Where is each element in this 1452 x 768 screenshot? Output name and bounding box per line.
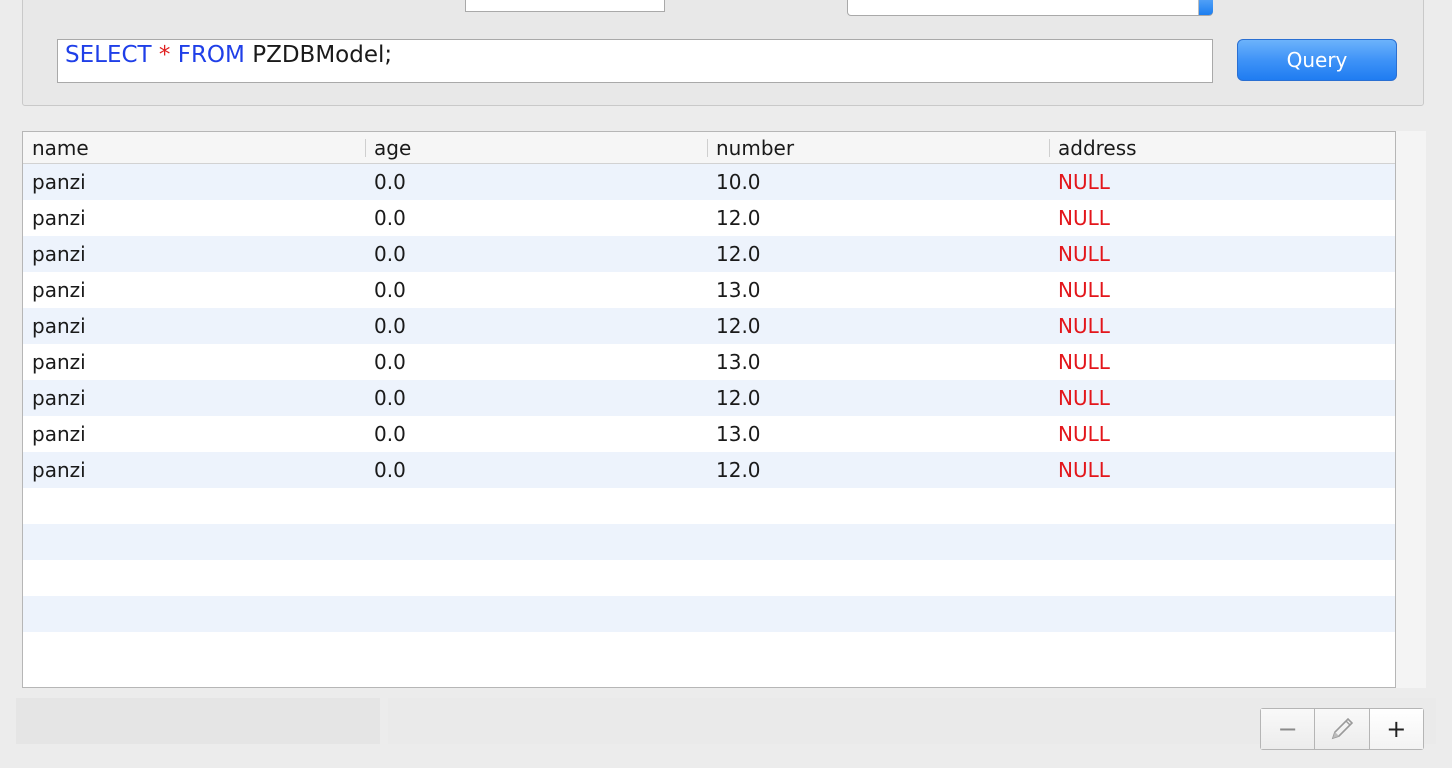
cell-address: NULL	[1058, 206, 1110, 230]
table-row[interactable]: panzi 0.0 13.0 NULL	[23, 272, 1395, 308]
cell-age: 0.0	[374, 458, 406, 482]
edit-row-button[interactable]	[1315, 709, 1370, 749]
cell-address: NULL	[1058, 278, 1110, 302]
column-header-name[interactable]: name	[23, 132, 89, 164]
table-row[interactable]: panzi 0.0 12.0 NULL	[23, 452, 1395, 488]
cell-number: 12.0	[716, 386, 761, 410]
cell-age: 0.0	[374, 206, 406, 230]
remove-row-button[interactable]: −	[1261, 709, 1316, 749]
cell-address: NULL	[1058, 386, 1110, 410]
sql-query-input[interactable]: SELECT * FROM PZDBModel;	[57, 39, 1213, 83]
cell-address: NULL	[1058, 242, 1110, 266]
cell-name: panzi	[32, 242, 86, 266]
results-table: name age number address panzi 0.0 10.0 NULL…	[22, 131, 1396, 688]
table-row[interactable]: panzi 0.0 12.0 NULL	[23, 236, 1395, 272]
cell-name: panzi	[32, 458, 86, 482]
cell-number: 12.0	[716, 206, 761, 230]
cell-address: NULL	[1058, 458, 1110, 482]
cell-age: 0.0	[374, 170, 406, 194]
pencil-icon	[1331, 717, 1354, 740]
cell-number: 12.0	[716, 314, 761, 338]
cell-name: panzi	[32, 350, 86, 374]
table-row[interactable]: panzi 0.0 12.0 NULL	[23, 308, 1395, 344]
column-header-number[interactable]: number	[707, 132, 794, 164]
cell-number: 10.0	[716, 170, 761, 194]
column-header-age[interactable]: age	[365, 132, 411, 164]
empty-row	[23, 596, 1395, 632]
bottom-left-panel	[16, 698, 380, 744]
table-row[interactable]: panzi 0.0 12.0 NULL	[23, 380, 1395, 416]
cell-name: panzi	[32, 386, 86, 410]
cell-number: 12.0	[716, 242, 761, 266]
query-button[interactable]: Query	[1237, 39, 1397, 81]
table-body: panzi 0.0 10.0 NULL panzi 0.0 12.0 NULL panzi 0.0…	[23, 164, 1395, 668]
cell-age: 0.0	[374, 278, 406, 302]
column-header-address[interactable]: address	[1049, 132, 1137, 164]
cell-age: 0.0	[374, 386, 406, 410]
empty-row	[23, 632, 1395, 668]
table-row[interactable]: panzi 0.0 13.0 NULL	[23, 344, 1395, 380]
sql-token: PZDBModel;	[244, 42, 393, 68]
table-header: name age number address	[23, 132, 1395, 164]
cell-name: panzi	[32, 278, 86, 302]
add-row-button[interactable]: +	[1369, 709, 1423, 749]
cell-address: NULL	[1058, 422, 1110, 446]
cell-name: panzi	[32, 422, 86, 446]
top-select[interactable]	[847, 0, 1213, 16]
cell-name: panzi	[32, 170, 86, 194]
query-panel: SELECT * FROM PZDBModel; Query	[22, 0, 1424, 106]
cell-age: 0.0	[374, 422, 406, 446]
cell-age: 0.0	[374, 350, 406, 374]
empty-row	[23, 524, 1395, 560]
sql-token: *	[158, 42, 171, 68]
scroll-gutter	[1396, 131, 1426, 688]
table-row[interactable]: panzi 0.0 12.0 NULL	[23, 200, 1395, 236]
cell-age: 0.0	[374, 314, 406, 338]
cell-age: 0.0	[374, 242, 406, 266]
cell-name: panzi	[32, 206, 86, 230]
cell-address: NULL	[1058, 350, 1110, 374]
cell-address: NULL	[1058, 170, 1110, 194]
empty-row	[23, 560, 1395, 596]
top-text-field[interactable]	[465, 0, 665, 12]
app-window: SELECT * FROM PZDBModel; Query name age …	[0, 0, 1452, 768]
cell-name: panzi	[32, 314, 86, 338]
table-row[interactable]: panzi 0.0 13.0 NULL	[23, 416, 1395, 452]
table-row[interactable]: panzi 0.0 10.0 NULL	[23, 164, 1395, 200]
sql-token: SELECT	[65, 42, 152, 68]
cell-number: 13.0	[716, 350, 761, 374]
empty-row	[23, 488, 1395, 524]
sql-token: FROM	[177, 42, 245, 68]
row-toolbar: − +	[1260, 708, 1424, 750]
cell-number: 13.0	[716, 278, 761, 302]
cell-number: 12.0	[716, 458, 761, 482]
cell-number: 13.0	[716, 422, 761, 446]
cell-address: NULL	[1058, 314, 1110, 338]
select-arrow-icon[interactable]	[1199, 0, 1213, 15]
